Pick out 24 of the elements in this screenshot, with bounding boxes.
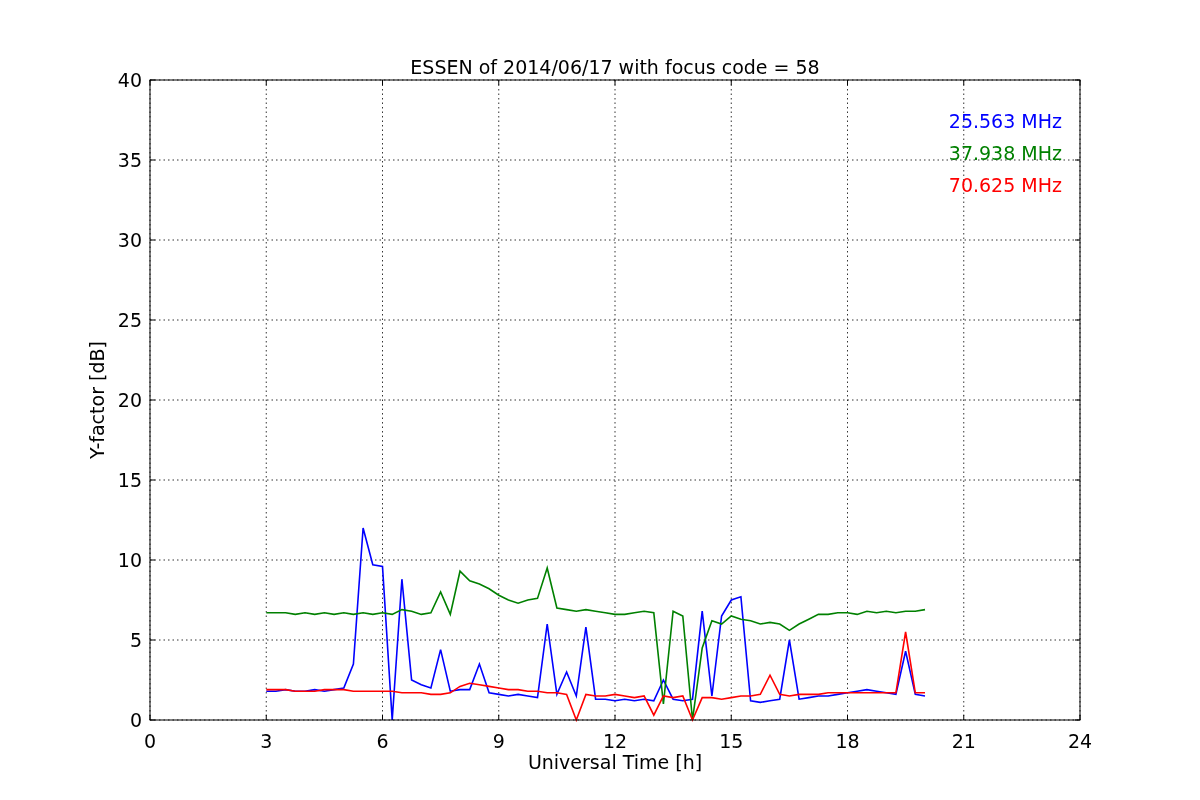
tick-label: 15 (117, 469, 142, 491)
legend-label: 37.938 MHz (948, 142, 1062, 164)
tick-label: 18 (835, 730, 860, 752)
tick-label: 20 (117, 389, 142, 411)
tick-label: 3 (260, 730, 273, 752)
tick-label: 0 (143, 730, 157, 752)
tick-label: 30 (117, 229, 142, 251)
axis-label: Y-factor [dB] (86, 341, 108, 459)
tick-label: 0 (129, 709, 142, 731)
tick-label: 15 (719, 730, 744, 752)
tick-label: 40 (117, 69, 142, 91)
tick-label: 6 (376, 730, 389, 752)
tick-label: 5 (129, 629, 142, 651)
chart-title: ESSEN of 2014/06/17 with focus code = 58 (410, 56, 820, 78)
tick-label: 25 (117, 309, 142, 331)
tick-label: 9 (492, 730, 505, 752)
tick-label: 21 (951, 730, 976, 752)
tick-label: 12 (602, 730, 628, 752)
tick-label: 10 (117, 549, 142, 571)
tick-label: 35 (117, 149, 142, 171)
legend-label: 25.563 MHz (948, 110, 1062, 132)
axis-label: Universal Time [h] (527, 751, 703, 773)
legend-label: 70.625 MHz (948, 174, 1062, 196)
tick-label: 24 (1067, 730, 1093, 752)
